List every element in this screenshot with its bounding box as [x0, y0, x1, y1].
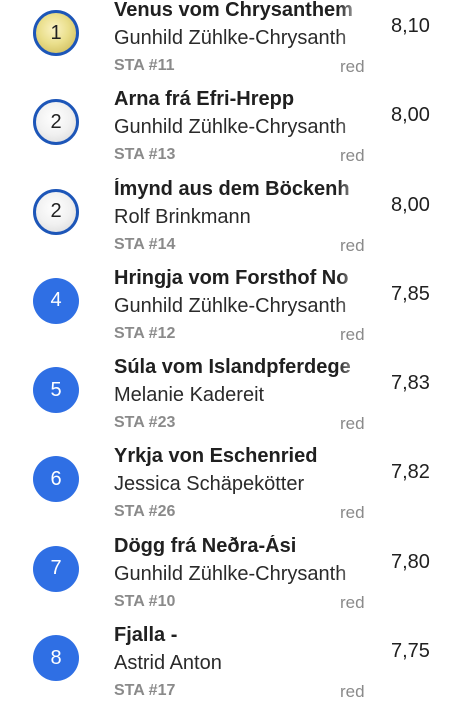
color-tag: red [340, 146, 365, 166]
start-number: STA #13 [114, 146, 176, 164]
result-row[interactable]: 6 Yrkja von Eschenried Jessica Schäpeköt… [0, 439, 461, 528]
score: 7,82 [391, 461, 430, 484]
result-row[interactable]: 2 Arna frá Efri-Hrepp Gunhild Zühlke-Chr… [0, 82, 461, 171]
rider-name: Gunhild Zühlke-Chrysanth [114, 562, 347, 585]
result-row[interactable]: 4 Hringja vom Forsthof No Gunhild Zühlke… [0, 261, 461, 350]
result-row[interactable]: 5 Súla vom Islandpferdege Melanie Kadere… [0, 350, 461, 439]
start-number: STA #10 [114, 592, 176, 610]
result-row[interactable]: 8 Fjalla - Astrid Anton STA #17 red 7,75 [0, 618, 461, 707]
horse-name: Dögg frá Neðra-Ási [114, 534, 297, 557]
horse-name: Súla vom Islandpferdege [114, 356, 351, 379]
horse-name: Yrkja von Eschenried [114, 445, 318, 468]
result-row[interactable]: 2 Ímynd aus dem Böckenh Rolf Brinkmann S… [0, 172, 461, 261]
color-tag: red [340, 503, 365, 523]
rider-name: Gunhild Zühlke-Chrysanth [114, 27, 347, 49]
score: 8,10 [391, 15, 430, 37]
results-list: 1 Venus vom Chrysanthem Gunhild Zühlke-C… [0, 0, 461, 707]
start-number: STA #12 [114, 324, 176, 342]
rank-badge: 6 [33, 456, 79, 503]
score: 8,00 [391, 104, 430, 127]
score: 7,75 [391, 640, 430, 663]
rank-badge-silver: 2 [33, 99, 79, 146]
start-number: STA #11 [114, 57, 175, 74]
rank-badge: 8 [33, 635, 79, 682]
rank-badge-silver: 2 [33, 188, 79, 235]
color-tag: red [340, 682, 365, 702]
color-tag: red [340, 324, 365, 344]
score: 7,83 [391, 372, 430, 395]
rider-name: Jessica Schäpekötter [114, 473, 305, 496]
rider-name: Astrid Anton [114, 652, 222, 675]
horse-name: Venus vom Chrysanthem [114, 0, 353, 21]
color-tag: red [340, 57, 365, 76]
color-tag: red [340, 414, 365, 434]
score: 7,80 [391, 550, 430, 573]
start-number: STA #26 [114, 503, 176, 521]
rank-badge: 5 [33, 367, 79, 414]
start-number: STA #17 [114, 682, 176, 700]
horse-name: Hringja vom Forsthof No [114, 266, 349, 289]
result-row[interactable]: 7 Dögg frá Neðra-Ási Gunhild Zühlke-Chry… [0, 529, 461, 618]
horse-name: Fjalla - [114, 624, 178, 647]
horse-name: Ímynd aus dem Böckenh [114, 177, 350, 200]
rider-name: Gunhild Zühlke-Chrysanth [114, 116, 347, 139]
rider-name: Gunhild Zühlke-Chrysanth [114, 294, 347, 317]
color-tag: red [340, 235, 365, 255]
start-number: STA #14 [114, 235, 176, 253]
rank-badge: 4 [33, 277, 79, 324]
rider-name: Rolf Brinkmann [114, 205, 251, 228]
color-tag: red [340, 592, 365, 612]
rider-name: Melanie Kadereit [114, 384, 265, 407]
result-row[interactable]: 1 Venus vom Chrysanthem Gunhild Zühlke-C… [0, 0, 461, 82]
score: 8,00 [391, 193, 430, 216]
start-number: STA #23 [114, 414, 176, 432]
rank-badge-gold: 1 [33, 10, 79, 56]
rank-badge: 7 [33, 545, 79, 592]
score: 7,85 [391, 282, 430, 305]
horse-name: Arna frá Efri-Hrepp [114, 88, 295, 111]
